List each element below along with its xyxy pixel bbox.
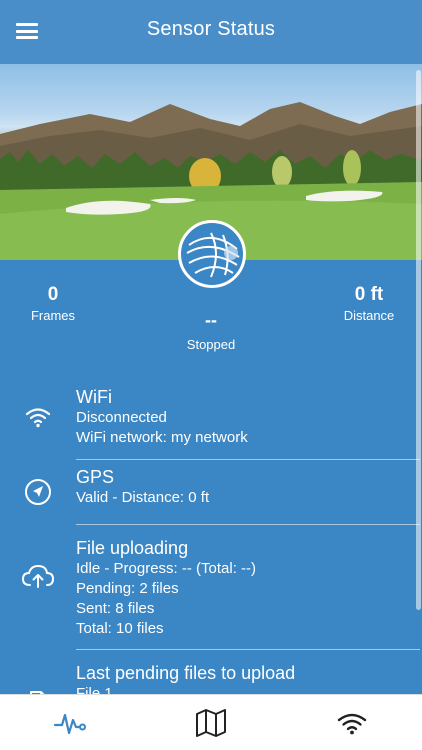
sensor-status-screen: Sensor Status 0 Frames 0 ft Distance -- … [0, 0, 422, 750]
upload-sent: Sent: 8 files [76, 600, 155, 617]
gps-title: GPS [76, 467, 115, 487]
distance-label: Distance [343, 308, 395, 323]
wifi-status-row[interactable]: WiFi Disconnected WiFi network: my netwo… [0, 382, 422, 459]
frames-stat: 0 Frames [22, 284, 84, 323]
upload-total: Total: 10 files [76, 620, 164, 637]
bottom-navigation [0, 694, 422, 750]
wifi-icon [337, 713, 366, 734]
scrollbar[interactable] [416, 70, 421, 610]
sensor-logo-icon [178, 220, 246, 288]
nav-activity-tab[interactable] [0, 695, 141, 750]
nav-wifi-tab[interactable] [281, 695, 422, 750]
sensor-state-stat: -- Stopped [170, 310, 252, 352]
map-icon [196, 708, 226, 737]
frames-value: 0 [47, 284, 59, 305]
sensor-state-label: Stopped [186, 337, 236, 352]
wifi-connection-status: Disconnected [76, 409, 167, 426]
distance-stat: 0 ft Distance [336, 284, 402, 323]
upload-pending: Pending: 2 files [76, 580, 179, 597]
wifi-network-name: WiFi network: my network [76, 429, 248, 446]
page-title: Sensor Status [146, 17, 276, 40]
navigation-arrow-icon [25, 479, 51, 505]
gps-status-row[interactable]: GPS Valid - Distance: 0 ft [0, 460, 422, 524]
sensor-state-value: -- [205, 310, 217, 330]
cloud-upload-icon [21, 564, 55, 588]
distance-value: 0 ft [354, 284, 384, 305]
status-list: WiFi Disconnected WiFi network: my netwo… [0, 382, 422, 713]
file-upload-row[interactable]: File uploading Idle - Progress: -- (Tota… [0, 525, 422, 649]
wifi-title: WiFi [76, 387, 112, 407]
app-header: Sensor Status [0, 0, 422, 64]
gps-status: Valid - Distance: 0 ft [76, 489, 210, 506]
activity-pulse-icon [54, 713, 87, 734]
nav-map-tab[interactable] [141, 695, 282, 750]
frames-label: Frames [30, 308, 76, 323]
upload-title: File uploading [76, 538, 189, 558]
upload-progress: Idle - Progress: -- (Total: --) [76, 560, 257, 577]
pending-title: Last pending files to upload [76, 663, 296, 683]
wifi-icon [25, 408, 51, 428]
hamburger-menu-icon[interactable] [14, 20, 40, 42]
